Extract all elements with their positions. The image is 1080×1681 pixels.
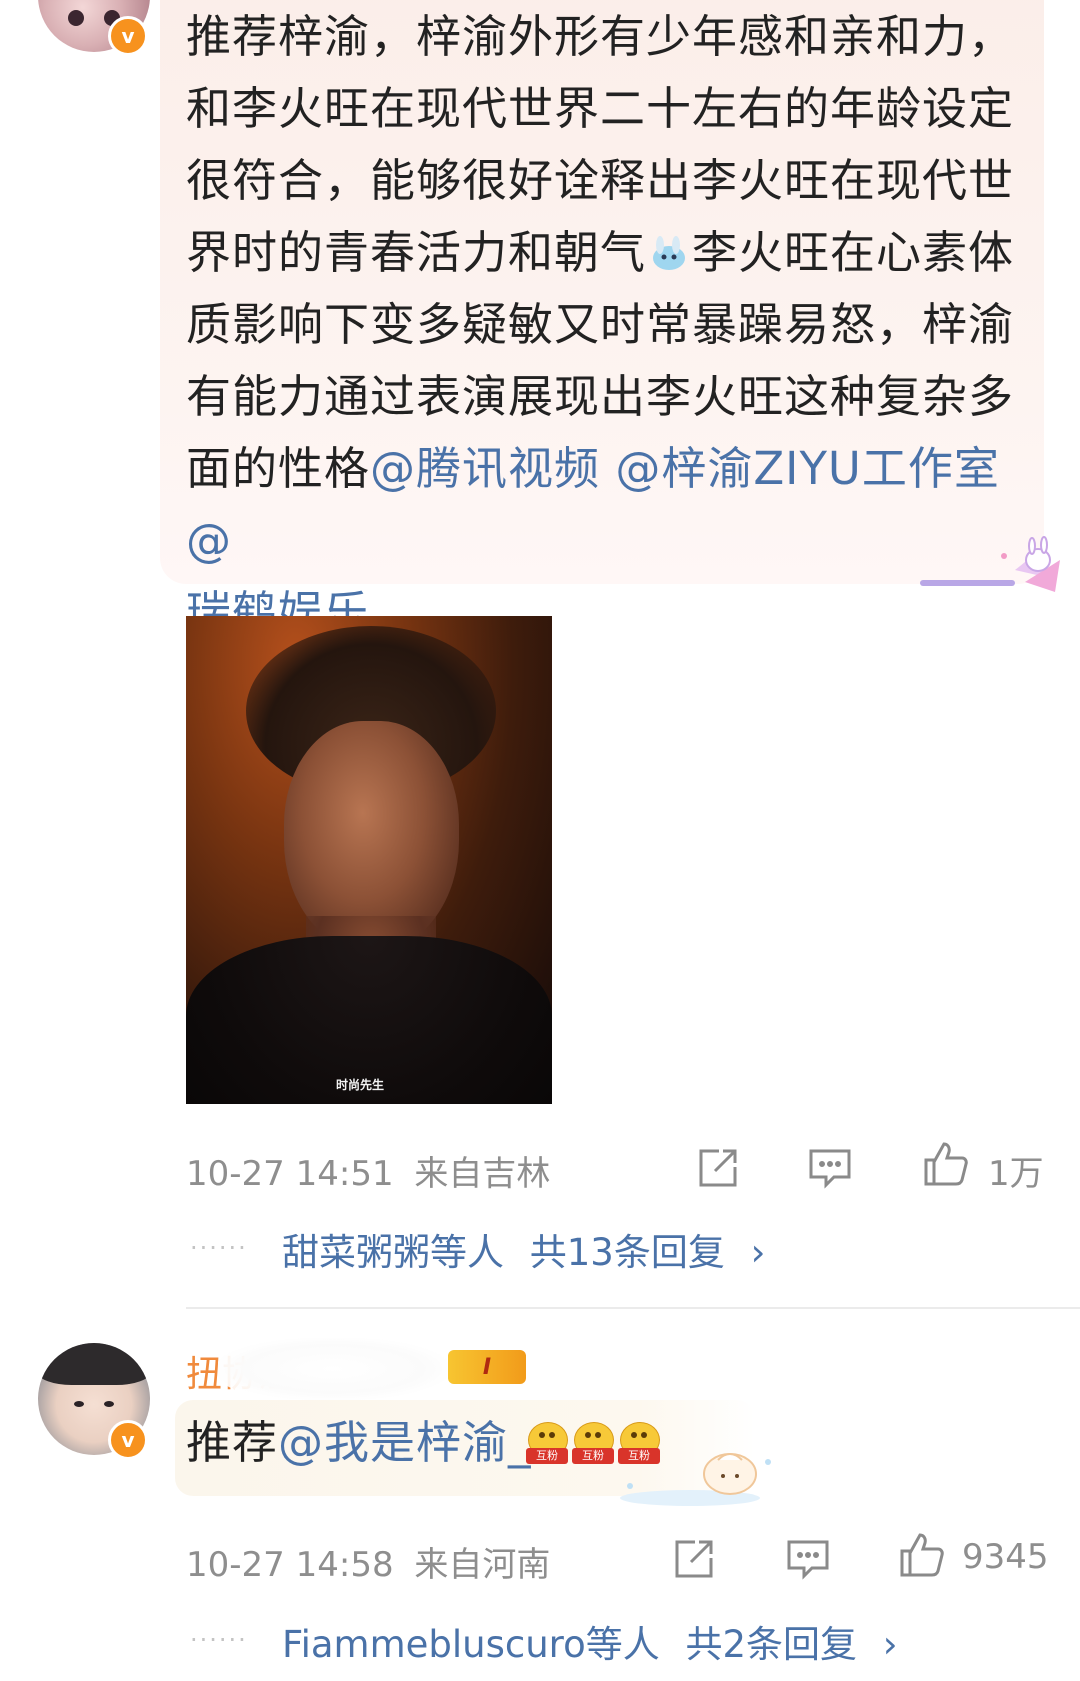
rabbit-emoji-icon [648, 221, 690, 270]
comment-fragment: 推荐 [186, 1416, 279, 1469]
level-badge: I [448, 1350, 526, 1384]
verified-badge: v [108, 1420, 148, 1460]
verified-badge: v [108, 16, 148, 56]
reply-dots: ······ [190, 1234, 248, 1262]
bun-cloud-decoration-icon [610, 1440, 780, 1514]
avatar-eye [74, 1401, 84, 1407]
share-icon[interactable] [673, 1538, 715, 1580]
comment-text: 推荐梓渝，梓渝外形有少年感和亲和力， 和李火旺在现代世界二十左右的年龄设定 很符… [186, 1, 1036, 649]
emoji-label: 互粉 [526, 1448, 568, 1464]
emoji-eye [539, 1432, 545, 1438]
emoji-eye [595, 1432, 601, 1438]
mention-link[interactable]: @ [186, 514, 232, 567]
like-count: 9345 [962, 1537, 1049, 1577]
emoji-eye [631, 1432, 637, 1438]
comment-text: 推荐@我是梓渝_ [186, 1407, 532, 1479]
comment-icon[interactable] [808, 1147, 852, 1189]
avatar-eye [104, 1401, 114, 1407]
comment-fragment: 面的性格 [186, 442, 371, 495]
image-watermark: 时尚先生 [336, 1078, 385, 1092]
bunny-ribbon-decoration-icon [920, 530, 1070, 604]
comment-line: 和李火旺在现代世界二十左右的年龄设定 [186, 82, 1015, 135]
comment-line: 质影响下变多疑敏又时常暴躁易怒，梓渝 [186, 298, 1015, 351]
comment-fragment: 李火旺在心素体 [692, 226, 1015, 279]
replies-count: 共2条回复 [685, 1623, 858, 1666]
username-redaction [218, 1338, 448, 1400]
avatar-eye [68, 10, 84, 26]
replies-by: 甜菜粥粥等人 [282, 1231, 504, 1274]
emoji-eye [549, 1432, 555, 1438]
emoji-eye [585, 1432, 591, 1438]
reply-dots: ······ [190, 1626, 248, 1654]
mention-link[interactable]: @梓渝ZIYU工作室 [615, 442, 1000, 495]
view-replies-link[interactable]: 甜菜粥粥等人 共13条回复 › [282, 1222, 765, 1276]
comment-icon[interactable] [786, 1538, 830, 1580]
chevron-right-icon: › [750, 1231, 766, 1274]
like-icon[interactable] [922, 1140, 970, 1188]
view-replies-link[interactable]: Fiammebluscuro等人 共2条回复 › [282, 1614, 898, 1668]
post-image[interactable]: 时尚先生 [186, 616, 552, 1104]
comment-fragment: 界时的青春活力和朝气 [186, 226, 647, 279]
comment-line: 很符合，能够很好诠释出李火旺在现代世 [186, 154, 1015, 207]
comment-line: 有能力通过表演展现出李火旺这种复杂多 [186, 370, 1015, 423]
replies-count: 共13条回复 [529, 1231, 725, 1274]
verified-badge-label: v [121, 1428, 135, 1452]
comment-meta: 10-27 14:51 来自吉林 [186, 1146, 550, 1195]
comment-line: 面的性格@腾讯视频 @梓渝ZIYU工作室 @ [186, 433, 1036, 577]
verified-badge-label: v [121, 24, 135, 48]
location: 来自河南 [414, 1545, 551, 1585]
mutual-follow-emoji-icon: 互粉 [526, 1422, 568, 1468]
comment-line: 推荐梓渝，梓渝外形有少年感和亲和力， [186, 10, 1015, 63]
replies-by: Fiammebluscuro等人 [282, 1623, 660, 1666]
avatar-hair [38, 1343, 150, 1385]
mention-link[interactable]: @腾讯视频 [370, 442, 600, 495]
chevron-right-icon: › [882, 1623, 898, 1666]
like-icon[interactable] [898, 1531, 946, 1579]
comment-meta: 10-27 14:58 来自河南 [186, 1537, 550, 1586]
comment-line: 界时的青春活力和朝气 李火旺在心素体 [186, 217, 1036, 289]
location: 来自吉林 [414, 1154, 551, 1194]
emoji-label: 互粉 [572, 1448, 614, 1464]
mention-link[interactable]: @我是梓渝_ [278, 1416, 532, 1469]
mutual-follow-emoji-icon: 互粉 [572, 1422, 614, 1468]
emoji-eye [641, 1432, 647, 1438]
like-count: 1万 [988, 1154, 1044, 1194]
timestamp: 10-27 14:51 [186, 1154, 394, 1194]
timestamp: 10-27 14:58 [186, 1545, 394, 1585]
divider [186, 1307, 1080, 1309]
share-icon[interactable] [697, 1147, 739, 1189]
